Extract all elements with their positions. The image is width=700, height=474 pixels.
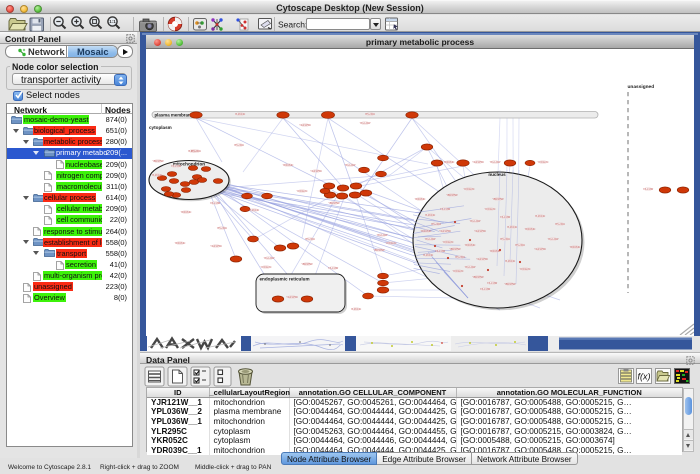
svg-text:YLR044C: YLR044C [235, 113, 246, 116]
svg-text:YJL133W: YJL133W [328, 267, 339, 270]
svg-text:YDR284C: YDR284C [181, 211, 192, 214]
svg-text:YOR222C: YOR222C [464, 188, 475, 191]
svg-text:YPL234C: YPL234C [217, 227, 228, 230]
svg-text:YGR105W: YGR105W [310, 170, 322, 173]
svg-text:YGR105W: YGR105W [474, 230, 486, 233]
svg-text:YJL133W: YJL133W [435, 250, 446, 253]
svg-text:YJL133W: YJL133W [500, 216, 511, 219]
svg-text:YJL133W: YJL133W [440, 208, 451, 211]
svg-text:YKL120W: YKL120W [490, 161, 502, 164]
svg-text:YLR044C: YLR044C [351, 308, 362, 311]
svg-text:YOR222C: YOR222C [443, 241, 454, 244]
svg-text:YPL234C: YPL234C [431, 223, 442, 226]
svg-text:YLR044C: YLR044C [505, 260, 516, 263]
svg-text:YJL133W: YJL133W [480, 288, 491, 291]
svg-text:cytoplasm: cytoplasm [149, 125, 172, 130]
svg-text:YLR044C: YLR044C [249, 209, 260, 212]
svg-text:YKL120W: YKL120W [465, 266, 477, 269]
svg-text:f(x): f(x) [638, 372, 651, 382]
svg-text:YPL234C: YPL234C [455, 256, 466, 259]
svg-text:YBR085W: YBR085W [152, 160, 164, 163]
svg-text:YDR284C: YDR284C [525, 228, 536, 231]
svg-text:YKL120W: YKL120W [264, 257, 276, 260]
svg-text:YGR105W: YGR105W [472, 161, 484, 164]
svg-text:YJL133W: YJL133W [210, 202, 221, 205]
svg-text:YOR222C: YOR222C [297, 190, 308, 193]
svg-text:YBR085W: YBR085W [328, 202, 340, 205]
svg-text:plasma membrane: plasma membrane [155, 113, 194, 118]
svg-text:YOR222C: YOR222C [520, 268, 531, 271]
svg-text:Search:: Search: [278, 20, 307, 30]
svg-text:YOR222C: YOR222C [485, 208, 496, 211]
svg-text:YBR085W: YBR085W [373, 249, 385, 252]
svg-text:nucleus: nucleus [488, 172, 506, 177]
svg-text:YPL234C: YPL234C [365, 113, 376, 116]
svg-text:YPL234C: YPL234C [191, 150, 202, 153]
svg-text:YOR222C: YOR222C [261, 266, 272, 269]
svg-text:YPL234C: YPL234C [555, 223, 566, 226]
svg-text:YDR284C: YDR284C [175, 242, 186, 245]
svg-text:YOR222C: YOR222C [453, 270, 464, 273]
svg-text:YGR105W: YGR105W [534, 248, 546, 251]
svg-text:YGR105W: YGR105W [286, 296, 298, 299]
svg-text:unassigned: unassigned [628, 84, 655, 90]
svg-text:YKL120W: YKL120W [345, 164, 357, 167]
svg-text:YOR222C: YOR222C [386, 242, 397, 245]
svg-text:YDR284C: YDR284C [570, 246, 581, 249]
svg-text:YDR284C: YDR284C [444, 161, 455, 164]
svg-text:YKL120W: YKL120W [360, 122, 372, 125]
svg-text:YDR284C: YDR284C [421, 230, 432, 233]
svg-text:YKL120W: YKL120W [425, 238, 437, 241]
svg-text:YGR105W: YGR105W [299, 124, 311, 127]
svg-text:YPL234C: YPL234C [515, 244, 526, 247]
svg-text:YDR284C: YDR284C [283, 164, 294, 167]
svg-text:YLR044C: YLR044C [507, 226, 518, 229]
svg-text:YLR044C: YLR044C [152, 174, 163, 177]
svg-text:YJL133W: YJL133W [643, 188, 654, 191]
svg-text:YBR085W: YBR085W [472, 276, 484, 279]
svg-text:YLR044C: YLR044C [425, 214, 436, 217]
svg-text:YPL234C: YPL234C [234, 144, 245, 147]
svg-text:YBR085W: YBR085W [446, 194, 458, 197]
svg-text:YGR105W: YGR105W [476, 258, 488, 261]
svg-text:YDR284C: YDR284C [415, 198, 426, 201]
svg-text:YJL133W: YJL133W [487, 282, 498, 285]
svg-text:YGR105W: YGR105W [439, 230, 451, 233]
svg-text:YBR085W: YBR085W [504, 283, 516, 286]
svg-text:YKL120W: YKL120W [548, 238, 560, 241]
svg-text:YBR085W: YBR085W [301, 263, 313, 266]
svg-text:YBR085W: YBR085W [492, 198, 504, 201]
svg-text:YLR044C: YLR044C [423, 254, 434, 257]
svg-text:YDR284C: YDR284C [465, 244, 476, 247]
svg-text:YKL120W: YKL120W [377, 234, 389, 237]
svg-text:YPL234C: YPL234C [305, 238, 316, 241]
svg-text:YBR085W: YBR085W [449, 248, 461, 251]
svg-text:1:1: 1:1 [109, 19, 116, 24]
svg-text:YOR222C: YOR222C [538, 161, 549, 164]
svg-text:YGR105W: YGR105W [210, 245, 222, 248]
svg-text:endoplasmic reticulum: endoplasmic reticulum [260, 277, 310, 282]
svg-text:YKL120W: YKL120W [470, 220, 482, 223]
svg-text:YLR044C: YLR044C [535, 215, 546, 218]
svg-text:YJL133W: YJL133W [171, 165, 182, 168]
svg-text:YPL234C: YPL234C [500, 238, 511, 241]
